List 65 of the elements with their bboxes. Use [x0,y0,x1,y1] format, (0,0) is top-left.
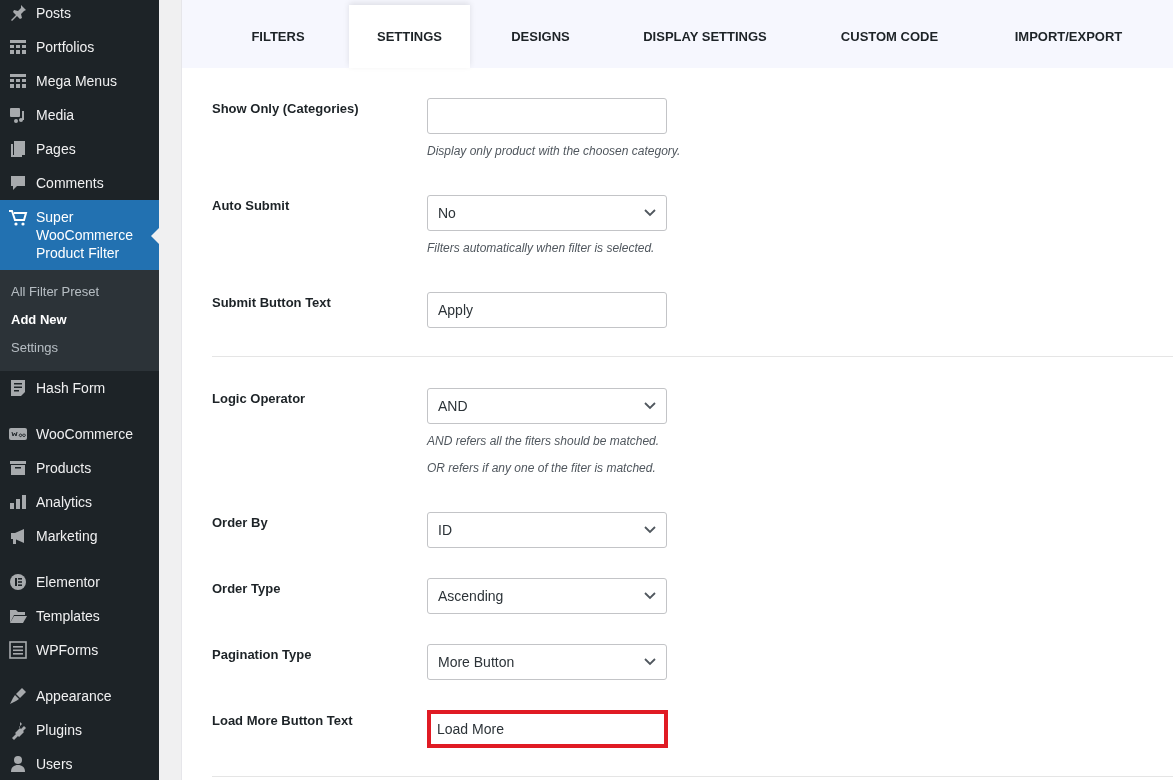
sidebar-menu-item[interactable]: Hash Form [0,371,159,405]
field-label: Auto Submit [212,197,291,215]
tab[interactable]: FILTERS [207,5,349,68]
sidebar-menu-item[interactable]: Users [0,747,159,780]
sidebar-menu-item[interactable]: Products [0,451,159,485]
field-label: Order Type [212,580,282,598]
sidebar-menu-item[interactable]: Comments [0,166,159,200]
current-item-pointer [151,228,159,244]
person-icon [8,754,28,774]
tab[interactable]: DESIGNS [470,5,611,68]
select-dropdown[interactable]: No [427,195,667,231]
chevron-down-icon [644,658,656,666]
chevron-down-icon [644,526,656,534]
tab[interactable]: CUSTOM CODE [799,5,980,68]
grid-icon [8,71,28,91]
sidebar-menu-item[interactable]: Super WooCommerce Product Filter [0,200,159,270]
sidebar-menu-item[interactable]: Mega Menus [0,64,159,98]
help-text: OR refers if any one of the fiter is matched. [427,460,657,477]
text-input-field[interactable]: Load More [427,710,668,748]
chevron-down-icon [644,592,656,600]
sidebar-menu-item[interactable]: Portfolios [0,30,159,64]
elementor-icon [8,572,28,592]
sidebar-menu-item[interactable]: Elementor [0,565,159,599]
pages-icon [8,139,28,159]
select-dropdown[interactable]: ID [427,512,667,548]
chevron-down-icon [644,402,656,410]
sidebar-menu-item[interactable]: WooCommerce [0,417,159,451]
submenu-item[interactable]: Add New [0,306,159,334]
paintbrush-icon [8,686,28,706]
form-icon [8,378,28,398]
tab[interactable]: DISPLAY SETTINGS [611,5,799,68]
sidebar-menu-item[interactable]: Pages [0,132,159,166]
tab[interactable]: SETTINGS [349,5,470,68]
bar-chart-icon [8,492,28,512]
text-input-field[interactable]: Apply [427,292,667,328]
field-label: Logic Operator [212,390,307,408]
chevron-down-icon [644,209,656,217]
help-text: AND refers all the fiters should be matched. [427,433,661,450]
sidebar-menu-item[interactable]: Appearance [0,679,159,713]
field-label: Load More Button Text [212,712,354,730]
form-icon [8,640,28,660]
sidebar-menu-item[interactable]: Marketing [0,519,159,553]
help-text: Filters automatically when filter is selected. [427,240,656,257]
sidebar-menu-item[interactable]: Plugins [0,713,159,747]
submenu-item[interactable]: All Filter Preset [0,278,159,306]
archive-box-icon [8,458,28,478]
select-dropdown[interactable]: AND [427,388,667,424]
sidebar-menu-item[interactable]: WPForms [0,633,159,667]
sidebar-menu-item[interactable]: Media [0,98,159,132]
tab[interactable]: IMPORT/EXPORT [980,5,1157,68]
sidebar-menu-item[interactable]: Analytics [0,485,159,519]
field-label: Submit Button Text [212,294,332,312]
select-dropdown[interactable]: Ascending [427,578,667,614]
text-input-field[interactable] [427,98,667,134]
help-text: Display only product with the choosen category. [427,143,682,160]
field-label: Pagination Type [212,646,313,664]
select-dropdown[interactable]: More Button [427,644,667,680]
field-label: Order By [212,514,269,532]
speech-bubble-icon [8,173,28,193]
grid-icon [8,37,28,57]
cart-icon [8,208,28,228]
sidebar-menu-item[interactable]: Templates [0,599,159,633]
submenu-item[interactable]: Settings [0,334,159,362]
sidebar-menu-item[interactable]: Posts [0,0,159,30]
field-label: Show Only (Categories) [212,100,360,118]
